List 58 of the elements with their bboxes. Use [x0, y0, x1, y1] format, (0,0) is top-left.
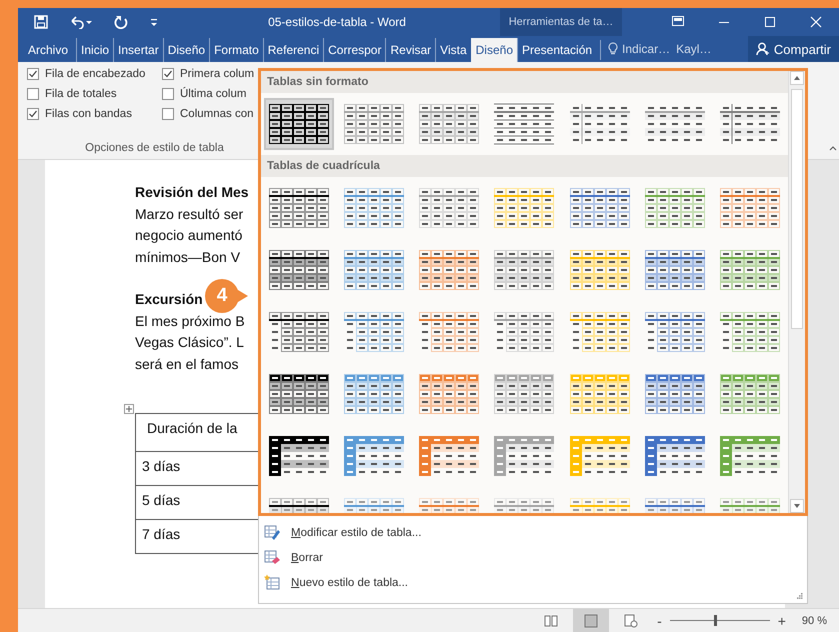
move-handle-icon[interactable] — [124, 404, 134, 414]
clear-style-icon — [264, 549, 281, 566]
contextual-title: Herramientas de ta… — [500, 8, 622, 36]
checkbox[interactable] — [162, 68, 174, 80]
window-title: 05-estilos-de-tabla - Word — [267, 15, 407, 29]
new-style-icon — [264, 574, 281, 591]
section-header: Tablas sin formato — [261, 71, 788, 93]
checkbox[interactable] — [27, 108, 39, 120]
customize-icon[interactable] — [150, 17, 158, 27]
close-icon[interactable] — [810, 16, 822, 28]
view-button[interactable] — [573, 609, 610, 632]
body-text: mínimos—Bon V — [135, 248, 240, 266]
menu-item[interactable]: Nuevo estilo de tabla... — [259, 570, 807, 595]
save-icon[interactable] — [34, 15, 48, 29]
ribbon-tab[interactable]: Diseño — [470, 38, 517, 62]
checkbox-label: Última colum — [180, 88, 246, 100]
checkbox[interactable] — [162, 88, 174, 100]
body-text: Marzo resultó ser — [135, 204, 244, 224]
maximize-icon[interactable] — [764, 16, 776, 28]
zoom-out-button[interactable]: - — [657, 612, 662, 628]
heading: Excursión — [135, 290, 203, 309]
section-header: Tablas de cuadrícula — [261, 155, 788, 177]
checkbox-label: Filas con bandas — [45, 108, 132, 120]
checkbox[interactable] — [27, 68, 39, 80]
tell-me-field[interactable]: Indicar… — [604, 36, 674, 62]
group-label: Opciones de estilo de tabla — [84, 142, 225, 154]
scroll-down-icon[interactable] — [790, 499, 804, 513]
heading: Revisión del Mes — [135, 183, 249, 202]
step-badge: 4 — [205, 279, 249, 313]
checkbox[interactable] — [162, 108, 174, 120]
checkbox-label: Primera colum — [180, 68, 254, 80]
lightbulb-icon — [608, 42, 618, 56]
ribbon-display-icon[interactable] — [672, 16, 684, 26]
read-view-icon — [544, 614, 558, 628]
resize-grip-icon[interactable] — [797, 593, 803, 599]
scroll-thumb[interactable] — [791, 89, 803, 329]
zoom-in-button[interactable]: + — [778, 612, 786, 628]
body-text: El mes próximo B — [135, 312, 245, 331]
web-view-icon — [624, 614, 638, 628]
body-text: Vegas Clásico”. L — [135, 333, 244, 352]
undo-icon[interactable] — [70, 15, 92, 29]
checkbox-label: Fila de encabezado — [45, 68, 146, 80]
body-text: será en el famos — [135, 354, 238, 374]
share-button[interactable]: Compartir — [748, 36, 839, 62]
body-text: negocio aumentó — [135, 226, 242, 245]
zoom-level[interactable]: 90 % — [802, 614, 827, 626]
collapse-ribbon-icon[interactable] — [829, 145, 837, 151]
scroll-up-icon[interactable] — [790, 71, 804, 85]
modify-style-icon — [264, 524, 281, 541]
checkbox-label: Columnas con — [180, 108, 254, 120]
print-view-icon — [584, 614, 598, 628]
person-icon — [756, 42, 770, 56]
redo-icon[interactable] — [114, 15, 128, 29]
checkbox-label: Fila de totales — [45, 88, 117, 100]
ribbon-tab[interactable]: Archivo — [24, 38, 72, 62]
user-name[interactable]: Kayl… — [674, 36, 718, 62]
checkbox[interactable] — [27, 88, 39, 100]
zoom-thumb[interactable] — [714, 615, 717, 626]
